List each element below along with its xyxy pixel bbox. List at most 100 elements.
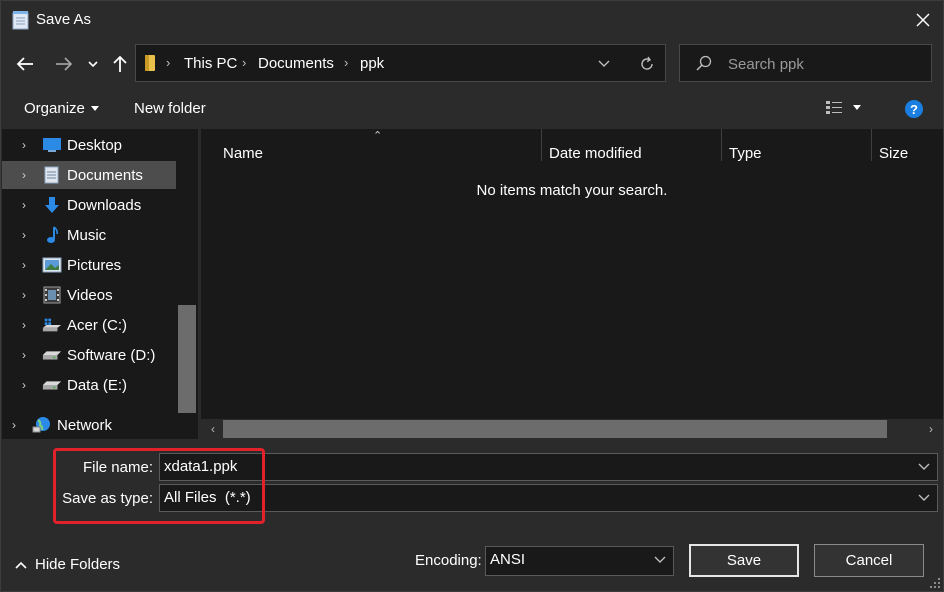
change-view-button[interactable]: [825, 99, 861, 115]
address-bar[interactable]: › This PC › Documents › ppk: [135, 44, 666, 82]
chevron-right-icon: ›: [166, 55, 171, 70]
file-name-field[interactable]: xdata1.ppk: [159, 453, 938, 481]
nav-item-downloads[interactable]: › Downloads: [2, 191, 176, 219]
search-input[interactable]: [728, 53, 918, 75]
caret-down-icon: [90, 106, 99, 111]
drive-c-icon: [42, 315, 62, 335]
arrow-left-icon: [16, 57, 33, 71]
chevron-right-icon: ›: [22, 348, 26, 362]
encoding-label: Encoding:: [415, 552, 482, 569]
horizontal-scrollbar[interactable]: ‹ ›: [201, 419, 943, 439]
empty-message: No items match your search.: [476, 182, 668, 199]
nav-item-documents[interactable]: › Documents: [2, 161, 176, 189]
column-divider[interactable]: [871, 129, 872, 161]
column-header-type[interactable]: Type: [729, 145, 762, 162]
chevron-right-icon: ›: [22, 228, 26, 242]
breadcrumb-documents[interactable]: Documents: [258, 55, 334, 72]
close-button[interactable]: [906, 4, 940, 36]
nav-item-label: Music: [67, 226, 107, 244]
encoding-select[interactable]: ANSI: [485, 546, 674, 576]
chevron-right-icon: ›: [12, 418, 16, 432]
new-folder-button[interactable]: New folder: [134, 100, 206, 117]
nav-item-label: Software (D:): [67, 346, 156, 364]
drive-icon: [42, 375, 62, 395]
nav-item-desktop[interactable]: › Desktop: [2, 131, 176, 159]
nav-item-acer-c[interactable]: › Acer (C:): [2, 311, 176, 339]
chevron-down-icon[interactable]: [653, 553, 667, 567]
notepad-icon: [12, 10, 30, 30]
column-header-size[interactable]: Size: [879, 145, 908, 162]
nav-item-label: Downloads: [67, 196, 142, 214]
chevron-right-icon: ›: [242, 55, 247, 70]
save-as-type-label: Save as type:: [62, 490, 153, 507]
nav-item-label: Videos: [67, 286, 113, 304]
arrow-right-icon: [56, 57, 73, 71]
title-bar: Save As: [1, 1, 943, 39]
search-box[interactable]: [679, 44, 932, 82]
nav-item-label: Documents: [67, 166, 143, 184]
videos-icon: [42, 285, 62, 305]
forward-button[interactable]: [50, 48, 78, 80]
organize-label: Organize: [24, 100, 85, 117]
nav-item-software-d[interactable]: › Software (D:): [2, 341, 176, 369]
nav-item-network[interactable]: › Network: [2, 411, 176, 439]
caret-down-icon: [853, 104, 861, 110]
chevron-right-icon: ›: [22, 138, 26, 152]
breadcrumb-ppk[interactable]: ppk: [360, 55, 384, 72]
nav-item-label: Pictures: [67, 256, 122, 274]
chevron-right-icon: ›: [22, 198, 26, 212]
chevron-right-icon: ›: [22, 168, 26, 182]
nav-item-music[interactable]: › Music: [2, 221, 176, 249]
save-as-type-select[interactable]: All Files (*.*): [159, 484, 938, 512]
organize-button[interactable]: Organize: [24, 100, 99, 117]
up-button[interactable]: [106, 48, 134, 80]
scroll-left-icon[interactable]: ‹: [203, 419, 223, 439]
nav-item-label: Network: [57, 416, 113, 434]
column-header-date-modified[interactable]: Date modified: [549, 145, 642, 162]
column-header-name[interactable]: Name: [223, 145, 263, 162]
chevron-down-icon[interactable]: [917, 491, 931, 505]
chevron-up-icon: [15, 561, 27, 569]
chevron-right-icon: ›: [22, 258, 26, 272]
navigation-pane[interactable]: › Desktop › Documents › Downloads › Musi…: [2, 129, 198, 439]
cancel-button[interactable]: Cancel: [814, 544, 924, 577]
arrow-up-icon: [113, 55, 127, 72]
file-list[interactable]: ⌃ Name Date modified Type Size No items …: [201, 129, 943, 439]
scroll-right-icon[interactable]: ›: [921, 419, 941, 439]
pictures-icon: [42, 255, 62, 275]
chevron-right-icon: ›: [22, 378, 26, 392]
column-divider[interactable]: [721, 129, 722, 161]
recent-locations-button[interactable]: [81, 48, 105, 80]
nav-item-label: Desktop: [67, 136, 123, 154]
refresh-button[interactable]: [632, 51, 662, 77]
horizontal-scrollbar-thumb[interactable]: [223, 420, 887, 438]
chevron-right-icon: ›: [344, 55, 349, 70]
music-icon: [42, 225, 62, 245]
address-history-button[interactable]: [592, 53, 616, 75]
file-name-label: File name:: [82, 459, 153, 476]
help-button[interactable]: ?: [905, 100, 923, 118]
back-button[interactable]: [11, 48, 39, 80]
save-as-type-value: All Files (*.*): [164, 489, 251, 506]
documents-icon: [42, 165, 62, 185]
file-name-value: xdata1.ppk: [164, 458, 238, 475]
search-icon: [696, 55, 712, 75]
nav-item-videos[interactable]: › Videos: [2, 281, 176, 309]
chevron-down-icon[interactable]: [917, 460, 931, 474]
encoding-value: ANSI: [490, 551, 526, 568]
chevron-right-icon: ›: [22, 288, 26, 302]
hide-folders-label: Hide Folders: [35, 556, 121, 573]
sort-ascending-icon: ⌃: [373, 130, 383, 142]
save-button[interactable]: Save: [689, 544, 799, 577]
breadcrumb-this-pc[interactable]: This PC: [184, 55, 237, 72]
resize-grip-icon[interactable]: [929, 577, 941, 589]
nav-item-pictures[interactable]: › Pictures: [2, 251, 176, 279]
drive-icon: [42, 345, 62, 365]
hide-folders-button[interactable]: Hide Folders: [15, 556, 120, 573]
column-divider[interactable]: [541, 129, 542, 161]
nav-scrollbar-thumb[interactable]: [178, 305, 196, 413]
chevron-down-icon: [88, 60, 98, 67]
nav-item-data-e[interactable]: › Data (E:): [2, 371, 176, 399]
help-icon: ?: [910, 101, 918, 117]
downloads-icon: [42, 195, 62, 215]
